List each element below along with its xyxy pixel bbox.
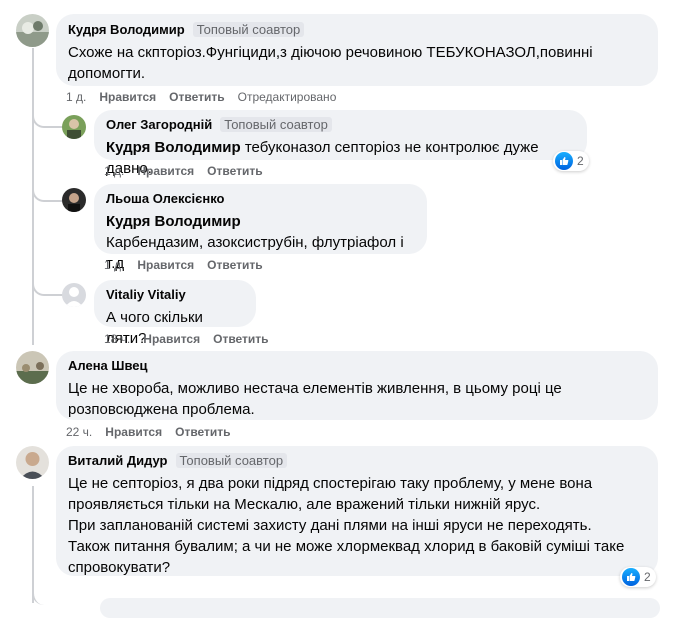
top-contributor-badge: Топовый соавтор — [175, 453, 288, 468]
reaction-number: 2 — [644, 570, 651, 584]
comment-text: Це не септоріоз, я два роки підряд спост… — [68, 473, 646, 578]
comment-actions: 1 д. Нравится Ответить — [104, 258, 276, 272]
comment-time[interactable]: 22 ч. — [66, 425, 92, 439]
comment-actions: 1 д. Нравится Ответить — [104, 164, 276, 178]
reaction-number: 2 — [577, 154, 584, 168]
reply-button[interactable]: Ответить — [175, 425, 230, 439]
comment-line: спровокувати? — [68, 559, 171, 576]
like-reaction-icon — [555, 152, 573, 170]
comment-bubble: Алена Швец Це не хвороба, можливо нестач… — [56, 351, 658, 420]
reply-button[interactable]: Ответить — [169, 90, 224, 104]
comment-author[interactable]: Vitaliy Vitaliy — [106, 287, 186, 302]
comment-time[interactable]: 1 д. — [104, 164, 124, 178]
like-button[interactable]: Нравится — [99, 90, 156, 104]
avatar[interactable] — [62, 115, 86, 139]
mention-tag[interactable]: Кудря Володимир — [106, 211, 415, 232]
comment-line: Це не хвороба, можливо нестача елементів… — [68, 380, 562, 397]
comment-text: Це не хвороба, можливо нестача елементів… — [68, 378, 646, 420]
comment-time[interactable]: 18 ч. — [104, 332, 130, 346]
reply-button[interactable]: Ответить — [207, 258, 262, 272]
comment-author[interactable]: Виталий Дидур — [68, 453, 168, 468]
comment-actions: 18 ч. Нравится Ответить — [104, 332, 282, 346]
like-reaction-icon — [622, 568, 640, 586]
edited-label: Отредактировано — [237, 90, 337, 104]
comment-bubble-partial — [100, 598, 660, 618]
comment-actions: 1 д. Нравится Ответить Отредактировано — [66, 90, 349, 104]
comment-line: допомогти. — [68, 65, 146, 82]
avatar[interactable] — [62, 283, 86, 307]
comment-line: Також питання бувалим; а чи не може хлор… — [68, 538, 625, 555]
comment-time[interactable]: 1 д. — [66, 90, 86, 104]
comment-author[interactable]: Кудря Володимир — [68, 22, 185, 37]
reply-button[interactable]: Ответить — [213, 332, 268, 346]
mention-tag[interactable]: Кудря Володимир — [106, 139, 241, 156]
avatar[interactable] — [16, 14, 49, 47]
comment-line: проявляється тільки на Мескалю, але враж… — [68, 496, 541, 513]
avatar[interactable] — [16, 351, 49, 384]
comment-author[interactable]: Алена Швец — [68, 358, 148, 373]
comment-line: розповсюджена проблема. — [68, 401, 255, 418]
comment-bubble: Олег Загородній Топовый соавтор Кудря Вол… — [94, 110, 587, 177]
comment-bubble: Льоша Олексієнко Кудря Володимир Карбенд… — [94, 184, 427, 272]
comment-line: Це не септоріоз, я два роки підряд спост… — [68, 475, 593, 492]
like-button[interactable]: Нравится — [137, 164, 194, 178]
comment-line: При запланованій системі захисту дані пл… — [68, 517, 592, 534]
avatar[interactable] — [62, 188, 86, 212]
thread-connector — [32, 260, 64, 296]
top-contributor-badge: Топовый соавтор — [220, 117, 332, 132]
comment-bubble: Виталий Дидур Топовый соавтор Це не септо… — [56, 446, 658, 576]
reply-button[interactable]: Ответить — [207, 164, 262, 178]
comment-time[interactable]: 1 д. — [104, 258, 124, 272]
comment-bubble: Vitaliy Vitaliy А чого скільки ляти? — [94, 280, 256, 347]
comment-bubble: Кудря Володимир Топовый соавтор Схоже на … — [56, 14, 658, 86]
top-contributor-badge: Топовый соавтор — [192, 22, 305, 37]
avatar[interactable] — [16, 446, 49, 479]
comment-actions: 22 ч. Нравится Ответить — [66, 425, 244, 439]
like-button[interactable]: Нравится — [137, 258, 194, 272]
reaction-count[interactable]: 2 — [553, 151, 589, 171]
like-button[interactable]: Нравится — [143, 332, 200, 346]
reaction-count[interactable]: 2 — [620, 567, 656, 587]
thread-connector — [32, 170, 64, 202]
thread-connector — [32, 96, 64, 128]
comment-author[interactable]: Олег Загородній — [106, 117, 212, 132]
comment-text: Схоже на скпторіоз.Фунгіциди,з діючою ре… — [68, 42, 646, 84]
like-button[interactable]: Нравится — [105, 425, 162, 439]
comment-author[interactable]: Льоша Олексієнко — [106, 191, 224, 206]
comment-line: Схоже на скпторіоз.Фунгіциди,з діючою ре… — [68, 44, 593, 61]
